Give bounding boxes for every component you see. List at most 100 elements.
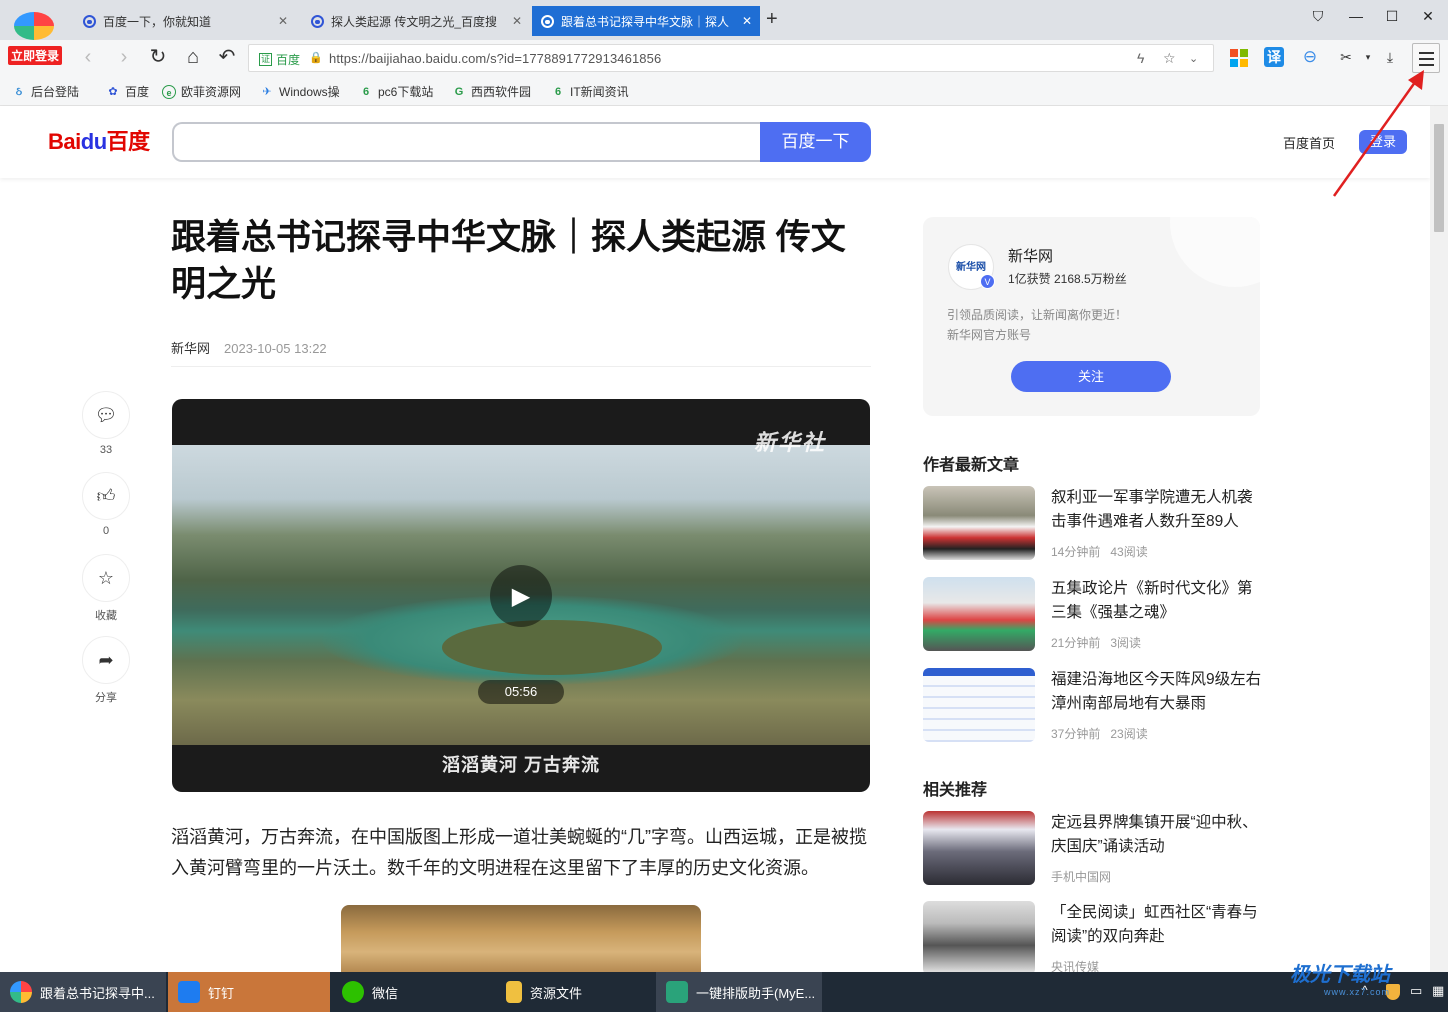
list-item[interactable]: 叙利亚一军事学院遭无人机袭击事件遇难者人数升至89人 14分钟前 43阅读 xyxy=(923,486,1263,562)
comment-icon[interactable]: 💬︎ xyxy=(82,391,130,439)
minimize-button[interactable]: — xyxy=(1346,8,1366,24)
baidu-paw-icon: ✿ xyxy=(108,85,118,98)
profile-login-badge[interactable]: 立即登录 xyxy=(8,46,63,65)
bookmark-icon: 6 xyxy=(362,85,370,98)
article-link-title[interactable]: 「全民阅读」虹西社区“青春与阅读”的双向奔赴 xyxy=(1051,901,1263,949)
favorite-action[interactable]: ☆ 收藏 xyxy=(82,554,130,623)
close-tab-icon[interactable]: ✕ xyxy=(278,14,288,28)
article-link-title[interactable]: 叙利亚一军事学院遭无人机袭击事件遇难者人数升至89人 xyxy=(1051,486,1263,534)
list-item[interactable]: 五集政论片《新时代文化》第三集《强基之魂》 21分钟前 3阅读 xyxy=(923,577,1263,653)
site-watermark-logo: 极光下载站 www.xz7.com xyxy=(1290,958,1390,997)
star-icon[interactable]: ☆ xyxy=(82,554,130,602)
play-icon[interactable]: ▶ xyxy=(490,565,552,627)
bookmark-item[interactable]: 6 IT新闻资讯 xyxy=(551,83,629,100)
author-name[interactable]: 新华网 xyxy=(1008,245,1053,266)
favorite-label: 收藏 xyxy=(95,610,117,622)
article-link-title[interactable]: 定远县界牌集镇开展“迎中秋、庆国庆”诵读活动 xyxy=(1051,811,1263,859)
list-item[interactable]: 「全民阅读」虹西社区“青春与阅读”的双向奔赴 央讯传媒 xyxy=(923,901,1263,977)
page-scrollbar[interactable] xyxy=(1430,106,1448,972)
bookmark-item[interactable]: ઠ 后台登陆 xyxy=(12,83,79,100)
card-decoration xyxy=(1170,217,1260,287)
baidu-paw-icon xyxy=(82,14,96,28)
comment-count: 33 xyxy=(99,444,113,456)
tray-keyboard-icon[interactable]: ▦ xyxy=(1432,983,1444,999)
ad-block-icon[interactable]: ⊖ xyxy=(1300,47,1320,67)
article-title: 跟着总书记探寻中华文脉｜探人类起源 传文明之光 xyxy=(171,218,846,304)
baidu-paw-icon xyxy=(540,14,554,28)
bookmark-item[interactable]: 6 pc6下载站 xyxy=(359,83,433,100)
author-desc-line: 引领品质阅读，让新闻离你更近！ xyxy=(947,308,1128,322)
bookmarks-bar: ઠ 后台登陆 ✿ 百度 e 欧菲资源网 ✈ Windows操 6 pc6下载站 G 西西软件… xyxy=(0,76,1448,106)
browser-logo-icon[interactable] xyxy=(14,12,54,40)
tab-article-active[interactable]: 跟着总书记探寻中华文脉｜探人 ✕ xyxy=(532,6,760,36)
divider xyxy=(171,366,871,367)
back-button[interactable]: ‹ xyxy=(76,46,100,68)
forward-button[interactable]: › xyxy=(112,46,136,68)
secure-site-label: 百度 xyxy=(276,53,301,67)
taskbar-item-myeditor[interactable]: 一键排版助手(MyE... xyxy=(656,972,822,1012)
bookmark-item[interactable]: ✈ Windows操 xyxy=(260,83,339,100)
bookmark-star-icon[interactable]: ☆ xyxy=(1163,50,1176,67)
baidu-logo[interactable]: Baidu百度 xyxy=(48,124,150,156)
tray-network-icon[interactable]: ▭ xyxy=(1410,983,1422,999)
tab-title: 探人类起源 传文明之光_百度搜 xyxy=(331,14,498,29)
article-time: 37分钟前 xyxy=(1051,727,1101,741)
article-source[interactable]: 新华网 xyxy=(171,341,210,356)
comment-action[interactable]: 💬︎ 33 xyxy=(82,391,130,456)
bookmark-label: 西西软件园 xyxy=(471,85,532,99)
translate-icon[interactable]: 译 xyxy=(1264,47,1284,67)
tab-baidu-home[interactable]: 百度一下，你就知道 ✕ xyxy=(74,6,296,36)
list-item[interactable]: 福建沿海地区今天阵风9级左右 漳州南部局地有大暴雨 37分钟前 23阅读 xyxy=(923,668,1263,744)
home-button[interactable]: ⌂ xyxy=(181,46,205,68)
editor-app-icon xyxy=(666,981,688,1003)
author-stats: 1亿获赞 2168.5万粉丝 xyxy=(1008,272,1127,286)
address-bar[interactable]: 证 百度 🔒 https://baijiahao.baidu.com/s?id=… xyxy=(248,44,1214,72)
article-reads: 43阅读 xyxy=(1110,545,1148,559)
os-taskbar: 跟着总书记探寻中... 钉钉 微信 资源文件 一键排版助手(MyE... ^ ▭… xyxy=(0,972,1448,1012)
article-date: 2023-10-05 13:22 xyxy=(224,341,327,356)
skin-icon[interactable]: ⛉ xyxy=(1308,8,1328,25)
article-link-title[interactable]: 五集政论片《新时代文化》第三集《强基之魂》 xyxy=(1051,577,1263,625)
bookmark-label: 欧菲资源网 xyxy=(181,85,242,99)
close-window-button[interactable]: ✕ xyxy=(1418,8,1438,25)
taskbar-item-dingtalk[interactable]: 钉钉 xyxy=(168,972,330,1012)
maximize-button[interactable]: ☐ xyxy=(1382,8,1402,25)
like-action[interactable]: 👍︎ 0 xyxy=(82,472,130,537)
bookmark-icon: ઠ xyxy=(15,85,23,98)
new-tab-button[interactable]: + xyxy=(766,8,778,31)
bookmark-item[interactable]: G 西西软件园 xyxy=(452,83,531,100)
article-meta: 14分钟前 43阅读 xyxy=(1051,543,1148,560)
lightning-icon[interactable]: ϟ xyxy=(1137,50,1144,66)
arrow-shaft xyxy=(1332,77,1420,197)
taskbar-item-folder[interactable]: 资源文件 xyxy=(496,972,656,1012)
browser-app-icon xyxy=(10,981,32,1003)
dropdown-chevron-icon[interactable]: ⌄ xyxy=(1189,52,1198,65)
close-tab-icon[interactable]: ✕ xyxy=(512,14,522,28)
article-reads: 3阅读 xyxy=(1110,636,1142,650)
taskbar-label: 微信 xyxy=(372,985,399,1001)
url-text[interactable]: https://baijiahao.baidu.com/s?id=1778891… xyxy=(329,51,661,66)
close-tab-icon[interactable]: ✕ xyxy=(742,14,752,28)
share-icon[interactable]: ➦ xyxy=(82,636,130,684)
article-link-title[interactable]: 福建沿海地区今天阵风9级左右 漳州南部局地有大暴雨 xyxy=(1051,668,1263,716)
tab-search-results[interactable]: 探人类起源 传文明之光_百度搜 ✕ xyxy=(302,6,530,36)
taskbar-item-wechat[interactable]: 微信 xyxy=(332,972,494,1012)
search-button[interactable]: 百度一下 xyxy=(760,122,871,162)
follow-button[interactable]: 关注 xyxy=(1011,361,1171,392)
share-action[interactable]: ➦ 分享 xyxy=(82,636,130,705)
taskbar-item-browser[interactable]: 跟着总书记探寻中... xyxy=(0,972,166,1012)
reload-button[interactable]: ↻ xyxy=(146,46,170,68)
video-player[interactable]: 新华社 ▶ 05:56 滔滔黄河 万古奔流 xyxy=(172,399,870,792)
undo-close-button[interactable]: ↶ xyxy=(215,46,239,68)
bookmark-item[interactable]: ✿ 百度 xyxy=(106,83,149,100)
logo-text: 百度 xyxy=(106,129,151,154)
apps-grid-icon[interactable] xyxy=(1228,47,1248,67)
list-item[interactable]: 定远县界牌集镇开展“迎中秋、庆国庆”诵读活动 手机中国网 xyxy=(923,811,1263,887)
like-count: 0 xyxy=(102,525,110,537)
search-input[interactable] xyxy=(172,122,760,162)
thumbs-up-icon[interactable]: 👍︎ xyxy=(82,472,130,520)
security-indicator[interactable]: 证 百度 xyxy=(259,51,300,68)
article-thumbnail xyxy=(923,811,1035,885)
bookmark-item[interactable]: e 欧菲资源网 xyxy=(162,83,241,100)
tab-title: 百度一下，你就知道 xyxy=(103,14,212,29)
